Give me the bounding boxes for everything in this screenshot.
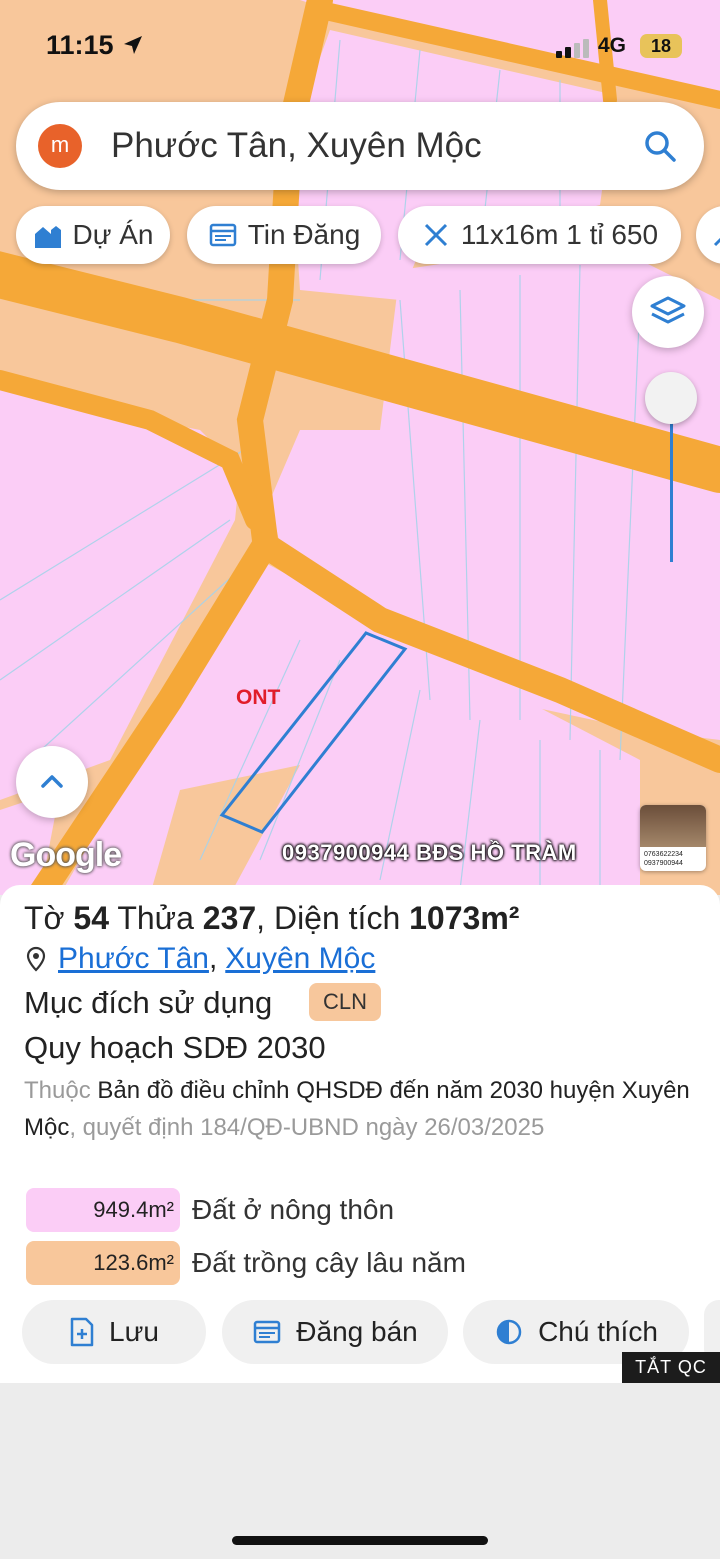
thumbnail-phone: 0937900944 bbox=[644, 860, 683, 867]
purpose-label: Mục đích sử dụng bbox=[24, 985, 273, 1020]
parcel-title: Tờ 54 Thửa 237, Diện tích 1073m² bbox=[24, 900, 519, 937]
chip-label: Dự Án bbox=[72, 219, 154, 250]
ruler-icon bbox=[713, 237, 720, 247]
parcel-area: 1073m² bbox=[409, 900, 520, 936]
chip-label: Tin Đăng bbox=[247, 219, 361, 250]
save-icon bbox=[70, 1317, 94, 1347]
post-icon bbox=[254, 1320, 281, 1344]
plot-number: 237 bbox=[202, 900, 257, 936]
legend-icon bbox=[496, 1319, 522, 1345]
layers-button[interactable] bbox=[632, 276, 704, 348]
chip-label: 11x16m 1 tỉ 650 bbox=[460, 219, 659, 250]
area-label: , Diện tích bbox=[256, 900, 401, 936]
search-bar[interactable]: m Phước Tân, Xuyên Mộc bbox=[16, 102, 704, 190]
plan-title: Quy hoạch SDĐ 2030 bbox=[24, 1030, 326, 1065]
zone-label: ONT bbox=[236, 686, 281, 709]
desc-prefix: Thuộc bbox=[24, 1077, 91, 1104]
status-bar: 11:15 4G 18 bbox=[0, 0, 720, 90]
post-sale-button[interactable]: Đăng bán bbox=[222, 1300, 448, 1364]
ward-link[interactable]: Phước Tân bbox=[58, 942, 209, 976]
land-use-swatch: 123.6m² bbox=[26, 1241, 180, 1285]
location-pin-icon bbox=[26, 946, 46, 972]
ad-toggle-button[interactable]: TẮT QC bbox=[622, 1352, 720, 1383]
opacity-slider-knob[interactable] bbox=[645, 372, 697, 424]
chevron-up-icon bbox=[41, 775, 63, 788]
house-icon bbox=[34, 226, 61, 248]
legend-label: Chú thích bbox=[538, 1316, 658, 1347]
battery-icon: 18 bbox=[640, 34, 682, 58]
plot-label: Thửa bbox=[117, 900, 194, 936]
search-icon[interactable] bbox=[642, 128, 678, 164]
ruler-icon bbox=[424, 223, 447, 247]
layers-icon bbox=[650, 296, 686, 324]
avatar[interactable]: m bbox=[38, 124, 82, 168]
home-indicator[interactable] bbox=[232, 1536, 488, 1545]
watermark-text: 0937900944 BĐS HỒ TRÀM bbox=[282, 840, 577, 865]
land-use-row: 123.6m² Đất trồng cây lâu năm bbox=[26, 1241, 466, 1285]
location-arrow-icon bbox=[124, 36, 142, 54]
land-use-label: Đất ở nông thôn bbox=[192, 1194, 395, 1225]
chip-search-history[interactable]: 11x16m 1 tỉ 650 bbox=[398, 206, 681, 264]
save-button[interactable]: Lưu bbox=[22, 1300, 206, 1364]
opacity-slider-track[interactable] bbox=[670, 420, 673, 562]
network-type: 4G bbox=[598, 34, 627, 57]
status-time: 11:15 bbox=[46, 30, 114, 60]
parcel-address: Phước Tân, Xuyên Mộc bbox=[24, 942, 375, 976]
signal-icon bbox=[556, 39, 589, 58]
plan-description: Thuộc Bản đồ điều chỉnh QHSDĐ đến năm 20… bbox=[24, 1072, 704, 1146]
land-use-row: 949.4m² Đất ở nông thôn bbox=[26, 1188, 394, 1232]
land-use-area: 949.4m² bbox=[93, 1197, 174, 1222]
thumbnail-phone: 0763622234 bbox=[644, 851, 683, 858]
district-link[interactable]: Xuyên Mộc bbox=[225, 942, 375, 976]
save-label: Lưu bbox=[109, 1316, 159, 1347]
address-separator: , bbox=[208, 942, 218, 975]
sheet-number: 54 bbox=[73, 900, 110, 936]
land-use-swatch: 949.4m² bbox=[26, 1188, 180, 1232]
desc-suffix: , quyết định 184/QĐ-UBND ngày 26/03/2025 bbox=[69, 1114, 545, 1141]
land-use-area: 123.6m² bbox=[93, 1250, 174, 1275]
expand-sheet-button[interactable] bbox=[16, 746, 88, 818]
land-use-label: Đất trồng cây lâu năm bbox=[192, 1247, 466, 1278]
post-sale-label: Đăng bán bbox=[296, 1316, 418, 1347]
purpose-badge: CLN bbox=[309, 983, 381, 1021]
chip-du-an[interactable]: Dự Án bbox=[16, 206, 170, 264]
ad-thumbnail[interactable]: 0763622234 0937900944 bbox=[640, 805, 706, 871]
chip-tin-dang[interactable]: Tin Đăng bbox=[187, 206, 381, 264]
sheet-label: Tờ bbox=[24, 900, 65, 936]
thumbnail-photo bbox=[640, 805, 706, 847]
listing-icon bbox=[209, 223, 236, 247]
google-attribution: Google bbox=[10, 836, 122, 874]
search-input[interactable]: Phước Tân, Xuyên Mộc bbox=[111, 126, 482, 166]
